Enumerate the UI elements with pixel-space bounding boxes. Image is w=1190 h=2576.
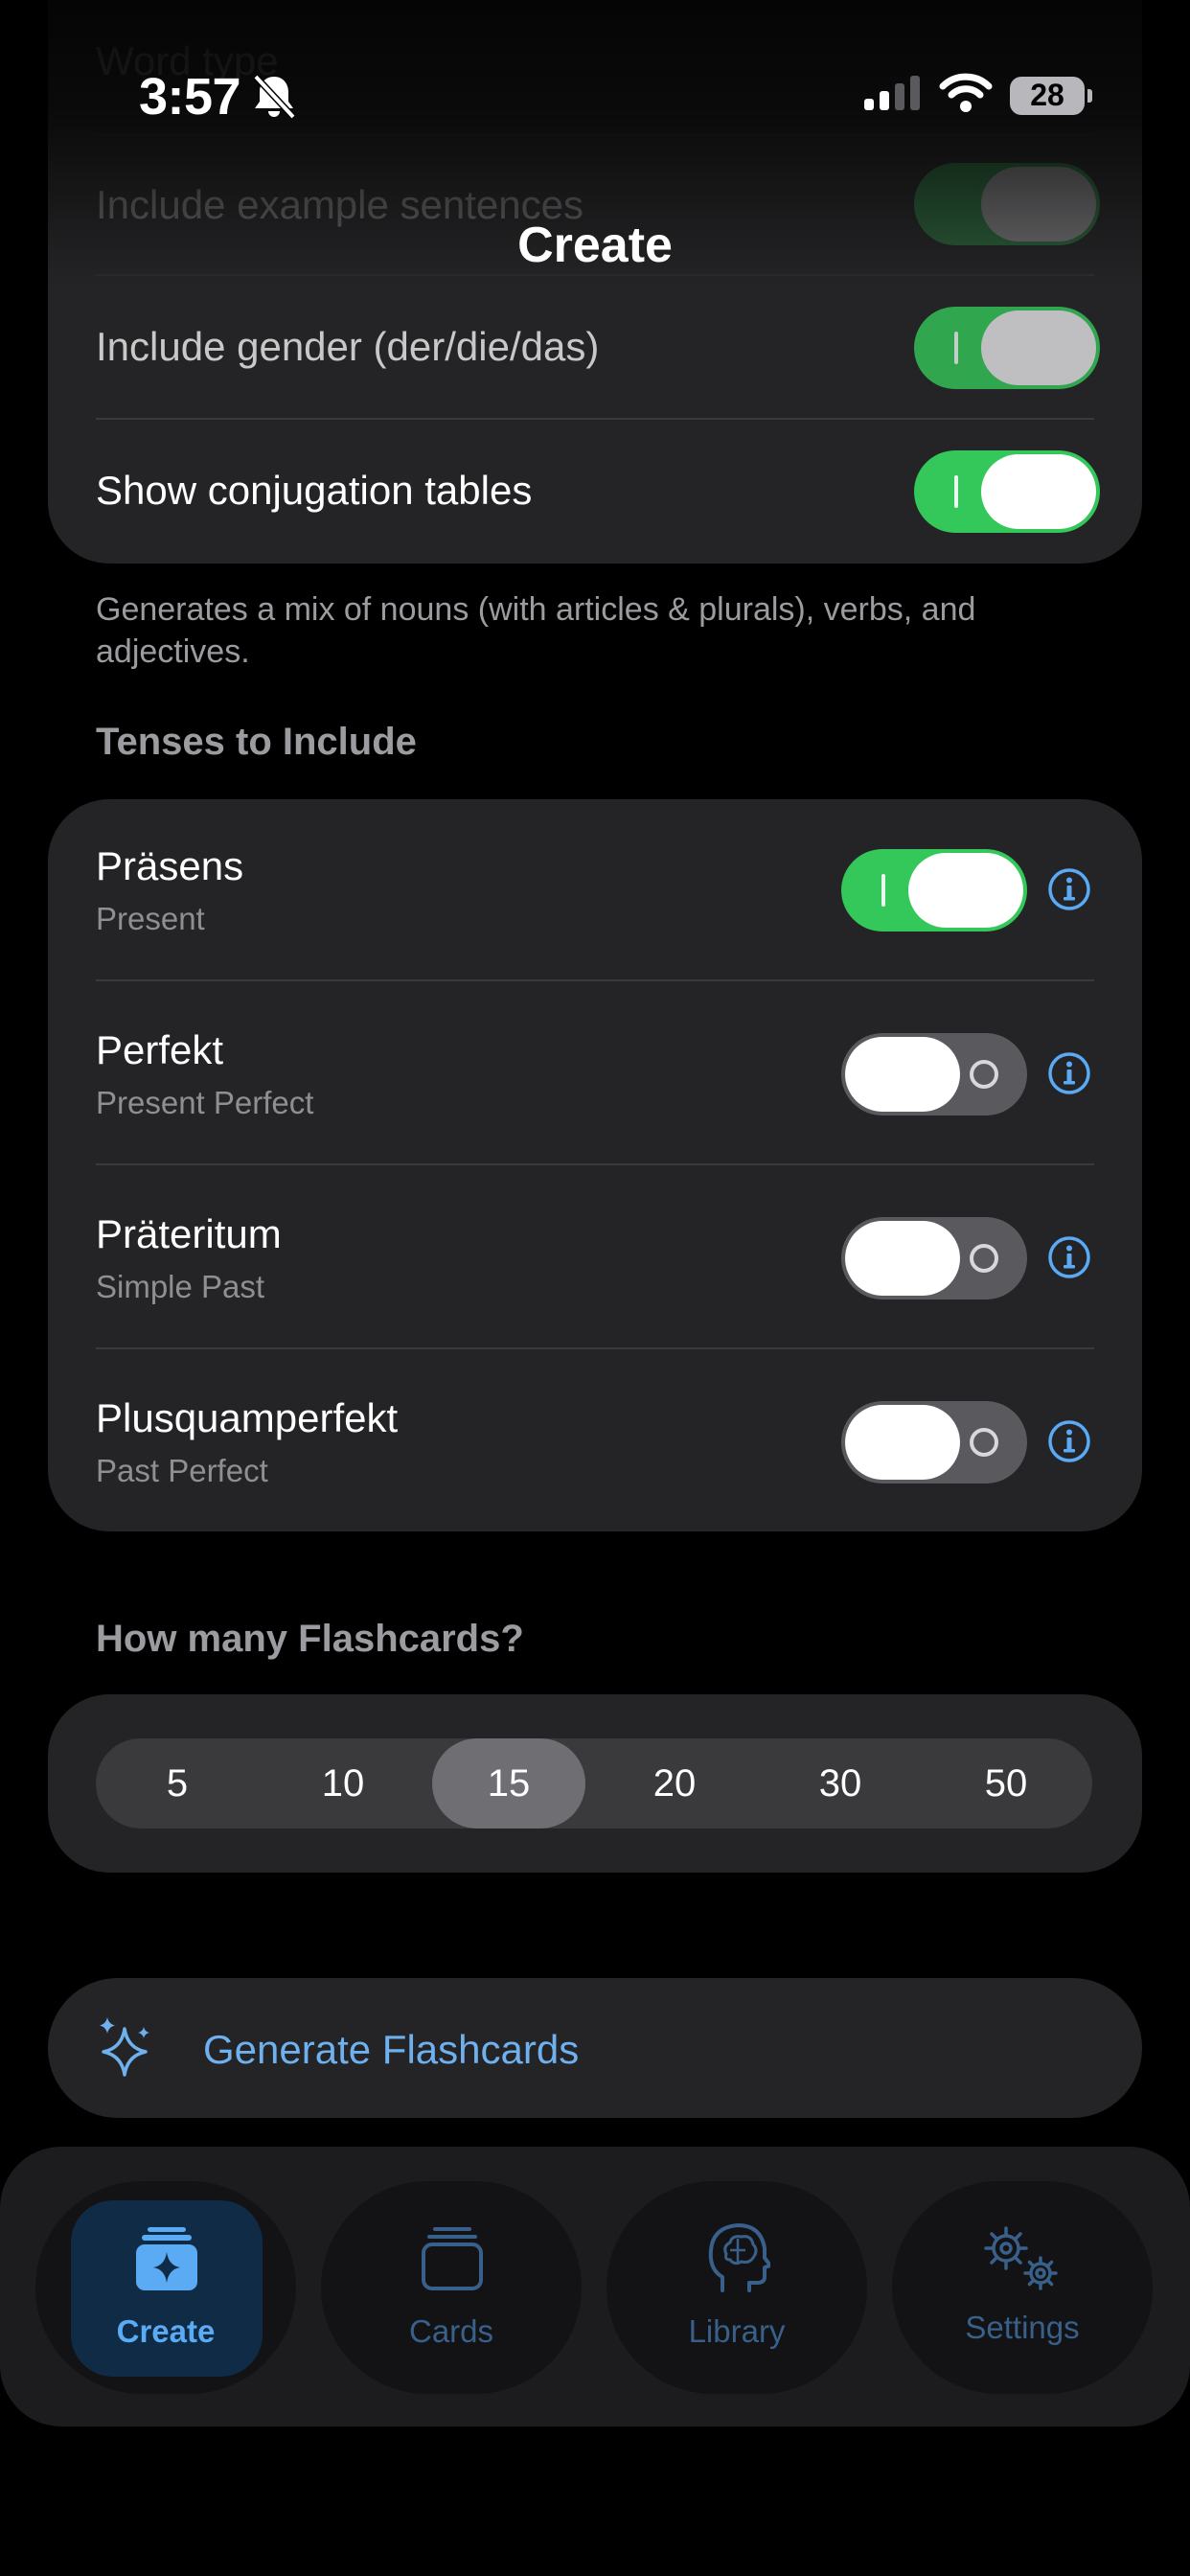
toggle-knob xyxy=(845,1405,960,1480)
toggle-off-mark xyxy=(970,1060,998,1089)
word-type-footnote: Generates a mix of nouns (with articles … xyxy=(96,591,976,670)
brain-head-icon xyxy=(705,2221,772,2299)
status-time: 3:57 xyxy=(139,68,241,126)
toggle-knob xyxy=(845,1037,960,1112)
count-option-10[interactable]: 10 xyxy=(266,1738,420,1828)
tab-cards-label: Cards xyxy=(408,2313,494,2349)
create-cards-sparkle-icon xyxy=(134,2225,199,2297)
tense-divider xyxy=(96,1163,1094,1165)
options-divider xyxy=(96,134,1094,136)
show-conjugation-toggle[interactable] xyxy=(914,450,1100,533)
include-gender-label: Include gender (der/die/das) xyxy=(96,324,600,369)
tense-toggle-plusquamperfekt[interactable] xyxy=(841,1401,1027,1484)
count-option-15[interactable]: 15 xyxy=(432,1738,585,1828)
tense-divider xyxy=(96,979,1094,981)
tab-settings-label: Settings xyxy=(965,2310,1080,2345)
tense-label-praesens: Präsens xyxy=(96,843,244,888)
tense-sub-plusquamperfekt: Past Perfect xyxy=(96,1453,268,1488)
toggle-on-mark xyxy=(881,874,885,907)
sparkles-icon xyxy=(96,2015,157,2083)
info-icon[interactable] xyxy=(1047,867,1091,911)
toggle-off-mark xyxy=(970,1244,998,1273)
toggle-knob xyxy=(845,1221,960,1296)
tense-label-perfekt: Perfekt xyxy=(96,1027,224,1072)
toggle-knob xyxy=(908,853,1023,928)
tenses-section-header: Tenses to Include xyxy=(96,721,417,763)
cellular-signal-icon xyxy=(862,74,922,117)
toggle-on-mark xyxy=(954,332,958,364)
gears-icon xyxy=(979,2223,1065,2301)
count-option-5[interactable]: 5 xyxy=(101,1738,254,1828)
show-conjugation-label: Show conjugation tables xyxy=(96,468,533,513)
wifi-icon xyxy=(939,73,993,118)
toggle-knob xyxy=(981,454,1096,529)
tense-label-praeteritum: Präteritum xyxy=(96,1211,282,1256)
tense-label-plusquamperfekt: Plusquamperfekt xyxy=(96,1395,399,1440)
info-icon[interactable] xyxy=(1047,1051,1091,1095)
options-divider xyxy=(96,418,1094,420)
count-option-50[interactable]: 50 xyxy=(929,1738,1083,1828)
include-gender-toggle[interactable] xyxy=(914,307,1100,389)
generate-flashcards-label: Generate Flashcards xyxy=(203,2027,580,2072)
info-icon[interactable] xyxy=(1047,1235,1091,1279)
tense-divider xyxy=(96,1347,1094,1349)
count-option-20[interactable]: 20 xyxy=(598,1738,751,1828)
info-icon[interactable] xyxy=(1047,1419,1091,1463)
tense-sub-praeteritum: Simple Past xyxy=(96,1269,265,1304)
flashcard-count-picker: 5 10 15 20 30 50 xyxy=(96,1738,1092,1828)
toggle-off-mark xyxy=(970,1428,998,1457)
battery-icon: 28 xyxy=(1010,76,1092,115)
toggle-knob xyxy=(981,310,1096,385)
count-section-header: How many Flashcards? xyxy=(96,1618,524,1660)
cards-stack-icon xyxy=(420,2225,485,2297)
tense-sub-praesens: Present xyxy=(96,901,205,936)
tense-toggle-praeteritum[interactable] xyxy=(841,1217,1027,1300)
tense-toggle-perfekt[interactable] xyxy=(841,1033,1027,1116)
tab-create-label: Create xyxy=(116,2313,216,2349)
count-option-30[interactable]: 30 xyxy=(764,1738,917,1828)
page-title: Create xyxy=(517,218,673,273)
tense-sub-perfekt: Present Perfect xyxy=(96,1085,314,1120)
tab-library-label: Library xyxy=(688,2313,786,2349)
toggle-on-mark xyxy=(954,475,958,508)
status-right: 28 xyxy=(862,73,1092,118)
bell-slash-icon xyxy=(251,73,297,126)
tense-toggle-praesens[interactable] xyxy=(841,849,1027,932)
options-divider xyxy=(96,274,1094,276)
